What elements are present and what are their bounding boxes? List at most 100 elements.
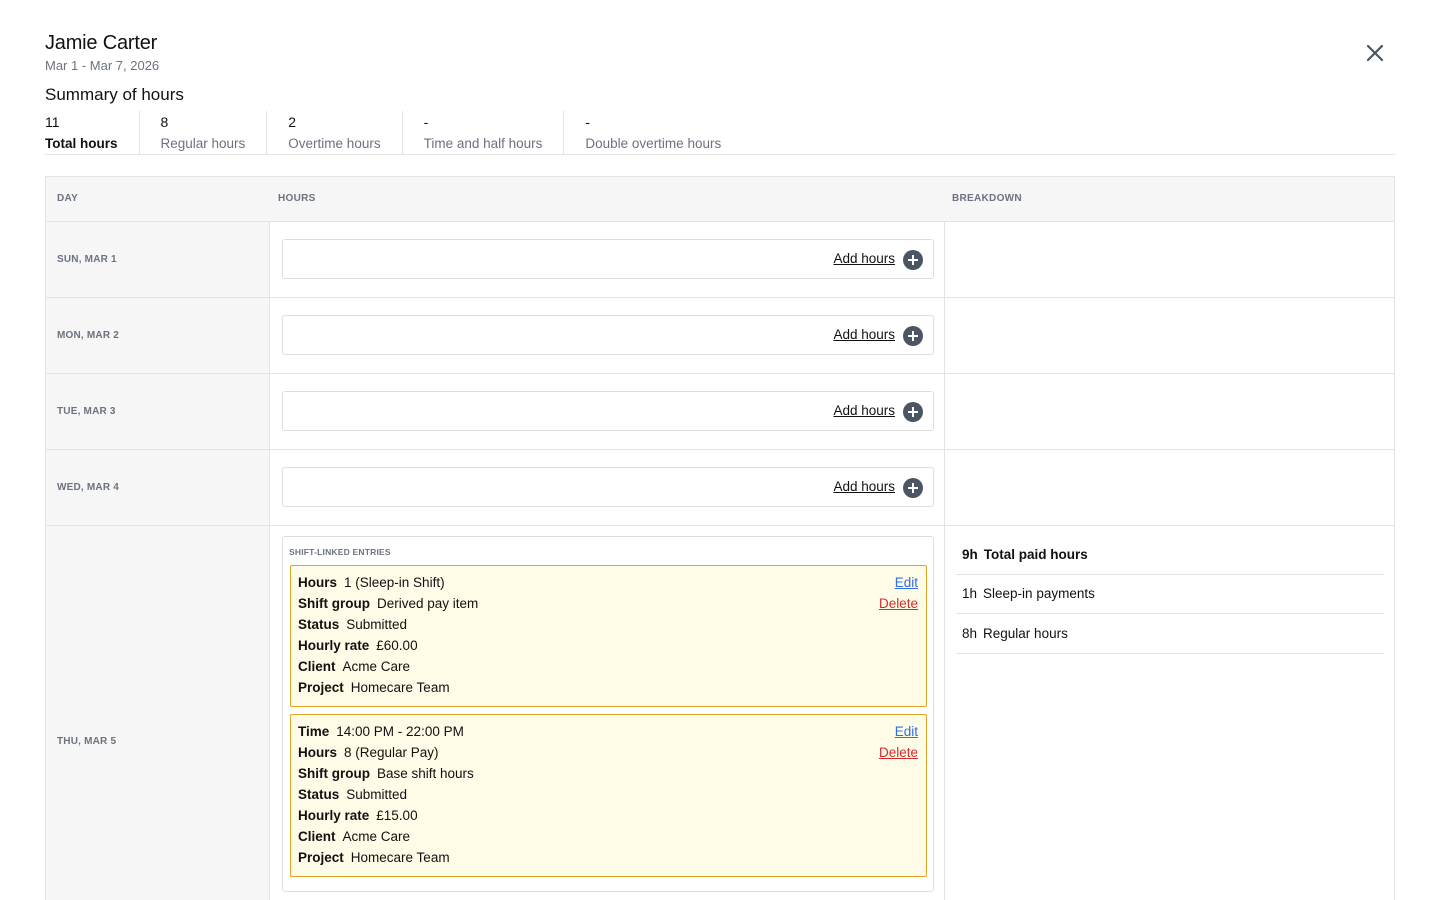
edit-button[interactable]: Edit <box>895 724 918 739</box>
field-label: Hourly rate <box>298 808 370 823</box>
entry-hours: Hours 8 (Regular Pay) <box>298 745 439 760</box>
day-label: THU, MAR 5 <box>57 736 117 747</box>
breakdown-cell <box>944 222 1394 297</box>
breakdown-hours: 9h <box>962 547 978 562</box>
field-label: Project <box>298 680 344 695</box>
plus-circle-icon[interactable] <box>903 478 923 498</box>
add-hours-link[interactable]: Add hours <box>833 403 895 418</box>
stat-label: Time and half hours <box>423 136 543 151</box>
field-label: Shift group <box>298 596 370 611</box>
field-label: Shift group <box>298 766 370 781</box>
stat-value: - <box>585 114 591 130</box>
add-hours-link[interactable]: Add hours <box>833 479 895 494</box>
summary-stats: 11 Total hours 8 Regular hours 2 Overtim… <box>45 111 1395 155</box>
entry-project: Project Homecare Team <box>298 850 450 865</box>
breakdown-cell <box>944 374 1394 449</box>
timesheet-table: DAY HOURS BREAKDOWN SUN, MAR 1 Add hours… <box>45 176 1395 900</box>
breakdown-hours: 8h <box>962 626 978 641</box>
field-value: 14:00 PM - 22:00 PM <box>336 724 464 739</box>
shift-entry: Hours 1 (Sleep-in Shift) Shift group Deriv… <box>290 565 927 707</box>
stat-value: - <box>423 114 429 130</box>
field-value: 1 (Sleep-in Shift) <box>344 575 445 590</box>
stat-overtime-hours[interactable]: 2 Overtime hours <box>267 111 403 154</box>
field-value: £15.00 <box>376 808 418 823</box>
stat-time-and-half-hours[interactable]: - Time and half hours <box>403 111 565 154</box>
plus-circle-icon[interactable] <box>903 326 923 346</box>
entry-shift-group: Shift group Base shift hours <box>298 766 474 781</box>
entry-time: Time 14:00 PM - 22:00 PM <box>298 724 464 739</box>
close-icon[interactable] <box>1362 40 1388 66</box>
stat-total-hours[interactable]: 11 Total hours <box>45 111 140 154</box>
add-hours-link[interactable]: Add hours <box>833 327 895 342</box>
stat-double-overtime-hours[interactable]: - Double overtime hours <box>564 111 742 154</box>
edit-button[interactable]: Edit <box>895 575 918 590</box>
field-label: Client <box>298 829 336 844</box>
entry-hourly-rate: Hourly rate £15.00 <box>298 808 418 823</box>
stat-value: 2 <box>288 114 297 130</box>
table-header: DAY HOURS BREAKDOWN <box>46 177 1394 222</box>
day-cell: SUN, MAR 1 <box>46 222 270 297</box>
field-value: Submitted <box>346 787 408 802</box>
plus-circle-icon[interactable] <box>903 250 923 270</box>
day-cell: THU, MAR 5 <box>46 526 270 900</box>
add-hours-link[interactable]: Add hours <box>833 251 895 266</box>
breakdown-sleep-in-payments: 1h Sleep-in payments <box>956 575 1384 614</box>
employee-name: Jamie Carter <box>45 32 158 54</box>
field-value: Derived pay item <box>376 596 479 611</box>
column-header-day: DAY <box>57 193 79 204</box>
entry-hourly-rate: Hourly rate £60.00 <box>298 638 418 653</box>
breakdown-label: Total paid hours <box>983 547 1088 562</box>
entry-hours: Hours 1 (Sleep-in Shift) <box>298 575 445 590</box>
stat-label: Total hours <box>45 136 118 151</box>
date-range: Mar 1 - Mar 7, 2026 <box>45 58 160 73</box>
add-hours-box[interactable]: Add hours <box>282 467 934 507</box>
breakdown-hours: 1h <box>962 586 978 601</box>
field-label: Client <box>298 659 336 674</box>
summary-title: Summary of hours <box>45 85 184 104</box>
stat-regular-hours[interactable]: 8 Regular hours <box>140 111 268 154</box>
shift-linked-entries: SHIFT-LINKED ENTRIES Hours 1 (Sleep-in Sh… <box>282 536 934 892</box>
shift-section-title: SHIFT-LINKED ENTRIES <box>289 547 391 557</box>
breakdown-label: Sleep-in payments <box>983 586 1095 601</box>
table-row: SUN, MAR 1 Add hours <box>46 222 1394 298</box>
breakdown-cell <box>944 298 1394 373</box>
table-row: THU, MAR 5 SHIFT-LINKED ENTRIES Hours 1 (… <box>46 526 1394 900</box>
add-hours-box[interactable]: Add hours <box>282 239 934 279</box>
field-value: 8 (Regular Pay) <box>344 745 439 760</box>
field-value: Base shift hours <box>376 766 474 781</box>
field-label: Hours <box>298 575 338 590</box>
field-label: Status <box>298 617 340 632</box>
shift-entry: Time 14:00 PM - 22:00 PM Hours 8 (Regular … <box>290 714 927 877</box>
day-label: MON, MAR 2 <box>57 330 119 341</box>
plus-circle-icon[interactable] <box>903 402 923 422</box>
field-value: Homecare Team <box>350 680 450 695</box>
delete-button[interactable]: Delete <box>879 596 918 611</box>
add-hours-box[interactable]: Add hours <box>282 315 934 355</box>
table-row: MON, MAR 2 Add hours <box>46 298 1394 374</box>
delete-button[interactable]: Delete <box>879 745 918 760</box>
day-cell: WED, MAR 4 <box>46 450 270 525</box>
entry-shift-group: Shift group Derived pay item <box>298 596 478 611</box>
stat-label: Regular hours <box>160 136 246 151</box>
table-row: TUE, MAR 3 Add hours <box>46 374 1394 450</box>
breakdown-regular-hours: 8h Regular hours <box>956 615 1384 654</box>
day-label: SUN, MAR 1 <box>57 254 117 265</box>
field-value: Acme Care <box>342 829 411 844</box>
field-value: Acme Care <box>342 659 411 674</box>
stat-value: 8 <box>160 114 169 130</box>
add-hours-box[interactable]: Add hours <box>282 391 934 431</box>
field-label: Project <box>298 850 344 865</box>
entry-client: Client Acme Care <box>298 659 410 674</box>
entry-status: Status Submitted <box>298 787 407 802</box>
stat-label: Overtime hours <box>288 136 381 151</box>
field-label: Status <box>298 787 340 802</box>
breakdown-label: Regular hours <box>983 626 1068 641</box>
field-value: Homecare Team <box>350 850 450 865</box>
field-value: £60.00 <box>376 638 418 653</box>
table-row: WED, MAR 4 Add hours <box>46 450 1394 526</box>
timesheet-header: Jamie Carter Mar 1 - Mar 7, 2026 <box>45 32 159 73</box>
field-value: Submitted <box>346 617 408 632</box>
entry-client: Client Acme Care <box>298 829 410 844</box>
day-cell: MON, MAR 2 <box>46 298 270 373</box>
day-label: TUE, MAR 3 <box>57 406 116 417</box>
